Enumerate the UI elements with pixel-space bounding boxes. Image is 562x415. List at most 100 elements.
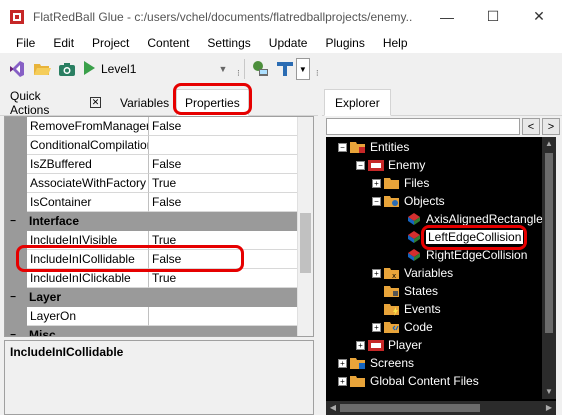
scroll-left-icon[interactable]: ◀ [326, 401, 340, 415]
close-button[interactable]: ✕ [516, 0, 562, 33]
menu-help[interactable]: Help [374, 36, 417, 50]
maximize-button[interactable]: ☐ [470, 0, 516, 33]
property-value[interactable] [149, 136, 298, 155]
tree-node-player[interactable]: + Player [356, 336, 422, 354]
category-label: Interface [29, 214, 80, 228]
scroll-up-icon[interactable]: ▲ [542, 137, 556, 151]
back-button[interactable]: < [522, 118, 540, 135]
forward-button[interactable]: > [542, 118, 560, 135]
expand-icon[interactable]: + [372, 178, 381, 188]
property-name: IncludeInIVisible [27, 231, 149, 250]
menu-plugins[interactable]: Plugins [316, 36, 373, 50]
tree-node-states[interactable]: States [384, 282, 438, 300]
tree-node-files[interactable]: + Files [372, 174, 429, 192]
scrollbar-thumb[interactable] [340, 404, 480, 412]
expand-icon[interactable]: + [338, 376, 347, 386]
tree-node-enemy[interactable]: − Enemy [356, 156, 425, 174]
level-selector[interactable]: Level1 ▼ [81, 58, 231, 80]
expand-icon[interactable]: + [356, 340, 365, 350]
category-interface[interactable]: − Interface [5, 212, 298, 231]
property-name: IncludeInIClickable [27, 269, 149, 288]
tools-dropdown-icon[interactable]: ▼ [295, 58, 310, 80]
app-icon [8, 8, 26, 26]
explorer-search-input[interactable] [326, 118, 520, 135]
property-name: LayerOn [27, 307, 149, 326]
camera-icon[interactable] [56, 58, 78, 80]
tree-node-entities[interactable]: − Entities [338, 138, 409, 156]
tab-quick-actions[interactable]: Quick Actions ✕ [2, 89, 109, 117]
menu-project[interactable]: Project [83, 36, 138, 50]
property-row[interactable]: IncludeInIVisible True [5, 231, 298, 250]
close-tab-icon[interactable]: ✕ [90, 97, 101, 108]
property-value[interactable]: True [149, 231, 298, 250]
tree-node-label: Player [388, 338, 423, 352]
expand-icon[interactable]: + [372, 268, 381, 278]
category-misc[interactable]: − Misc [5, 326, 298, 336]
property-row[interactable]: IncludeInIClickable True [5, 269, 298, 288]
property-value[interactable]: False [149, 117, 298, 136]
visual-studio-icon[interactable] [6, 58, 28, 80]
property-value[interactable]: True [149, 269, 298, 288]
collapse-icon[interactable]: − [7, 212, 19, 231]
tab-explorer[interactable]: Explorer [324, 89, 391, 116]
menu-update[interactable]: Update [260, 36, 317, 50]
scrollbar-thumb[interactable] [300, 213, 311, 273]
category-layer[interactable]: − Layer [5, 288, 298, 307]
property-grid-scrollbar[interactable] [297, 117, 313, 336]
property-value[interactable] [149, 307, 298, 326]
object-icon [406, 248, 422, 262]
tree-horizontal-scrollbar[interactable]: ◀ ▶ [326, 401, 556, 415]
tree-node-global-content-files[interactable]: + Global Content Files [338, 372, 479, 390]
property-value[interactable]: False [149, 193, 298, 212]
tools-icon[interactable] [274, 58, 296, 80]
menu-content[interactable]: Content [138, 36, 198, 50]
tree-node-screens[interactable]: + Screens [338, 354, 414, 372]
tree-vertical-scrollbar[interactable]: ▲ ▼ [542, 137, 556, 399]
menu-edit[interactable]: Edit [44, 36, 83, 50]
right-pane: Explorer < > − Entities − Enemy + Files … [322, 85, 562, 415]
tree-node-code[interactable]: + Code [372, 318, 433, 336]
menu-settings[interactable]: Settings [198, 36, 259, 50]
collapse-icon[interactable]: − [338, 142, 347, 152]
property-row[interactable]: IsContainer False [5, 193, 298, 212]
menu-file[interactable]: File [0, 36, 44, 50]
collapse-icon[interactable]: − [7, 288, 19, 307]
folder-icon [350, 140, 366, 154]
open-folder-icon[interactable] [31, 58, 53, 80]
property-value[interactable]: False [149, 250, 298, 269]
tree-node-label: AxisAlignedRectangle [426, 212, 543, 226]
scroll-right-icon[interactable]: ▶ [542, 401, 556, 415]
title-bar: FlatRedBall Glue - c:/users/vchel/docume… [0, 0, 562, 33]
expand-icon[interactable]: + [372, 322, 381, 332]
property-row[interactable]: RemoveFromManagers False [5, 117, 298, 136]
property-row-selected[interactable]: IncludeInICollidable False [5, 250, 298, 269]
objects-folder-icon [384, 194, 400, 208]
tab-properties[interactable]: Properties [176, 89, 249, 116]
property-row[interactable]: IsZBuffered False [5, 155, 298, 174]
tree-node-left-edge-collision[interactable]: LeftEdgeCollision [406, 228, 524, 246]
tree-node-events[interactable]: Events [384, 300, 441, 318]
tree-node-axis-aligned-rectangle[interactable]: AxisAlignedRectangle [406, 210, 543, 228]
description-title: IncludeInICollidable [10, 345, 124, 359]
play-icon[interactable] [81, 60, 97, 79]
property-value[interactable]: False [149, 155, 298, 174]
collapse-icon[interactable]: − [372, 196, 381, 206]
tree-node-variables[interactable]: + x Variables [372, 264, 453, 282]
expand-icon[interactable]: + [338, 358, 347, 368]
collapse-icon[interactable]: − [356, 160, 365, 170]
toolbar: Level1 ▼ ⁝ ▼ ⁝ [0, 54, 562, 84]
tab-variables[interactable]: Variables [112, 89, 177, 116]
toolbar-grip-icon: ⁝ [237, 67, 240, 78]
property-row[interactable]: LayerOn [5, 307, 298, 326]
scroll-down-icon[interactable]: ▼ [542, 385, 556, 399]
minimize-button[interactable]: — [424, 0, 470, 33]
scrollbar-thumb[interactable] [545, 153, 553, 333]
tree-node-right-edge-collision[interactable]: RightEdgeCollision [406, 246, 527, 264]
level-dropdown-icon[interactable]: ▼ [215, 64, 231, 74]
property-row[interactable]: AssociateWithFactory True [5, 174, 298, 193]
property-value[interactable]: True [149, 174, 298, 193]
tree-node-objects[interactable]: − Objects [372, 192, 445, 210]
property-row[interactable]: ConditionalCompilation [5, 136, 298, 155]
collapse-icon[interactable]: − [7, 326, 19, 336]
connect-game-icon[interactable] [249, 58, 271, 80]
